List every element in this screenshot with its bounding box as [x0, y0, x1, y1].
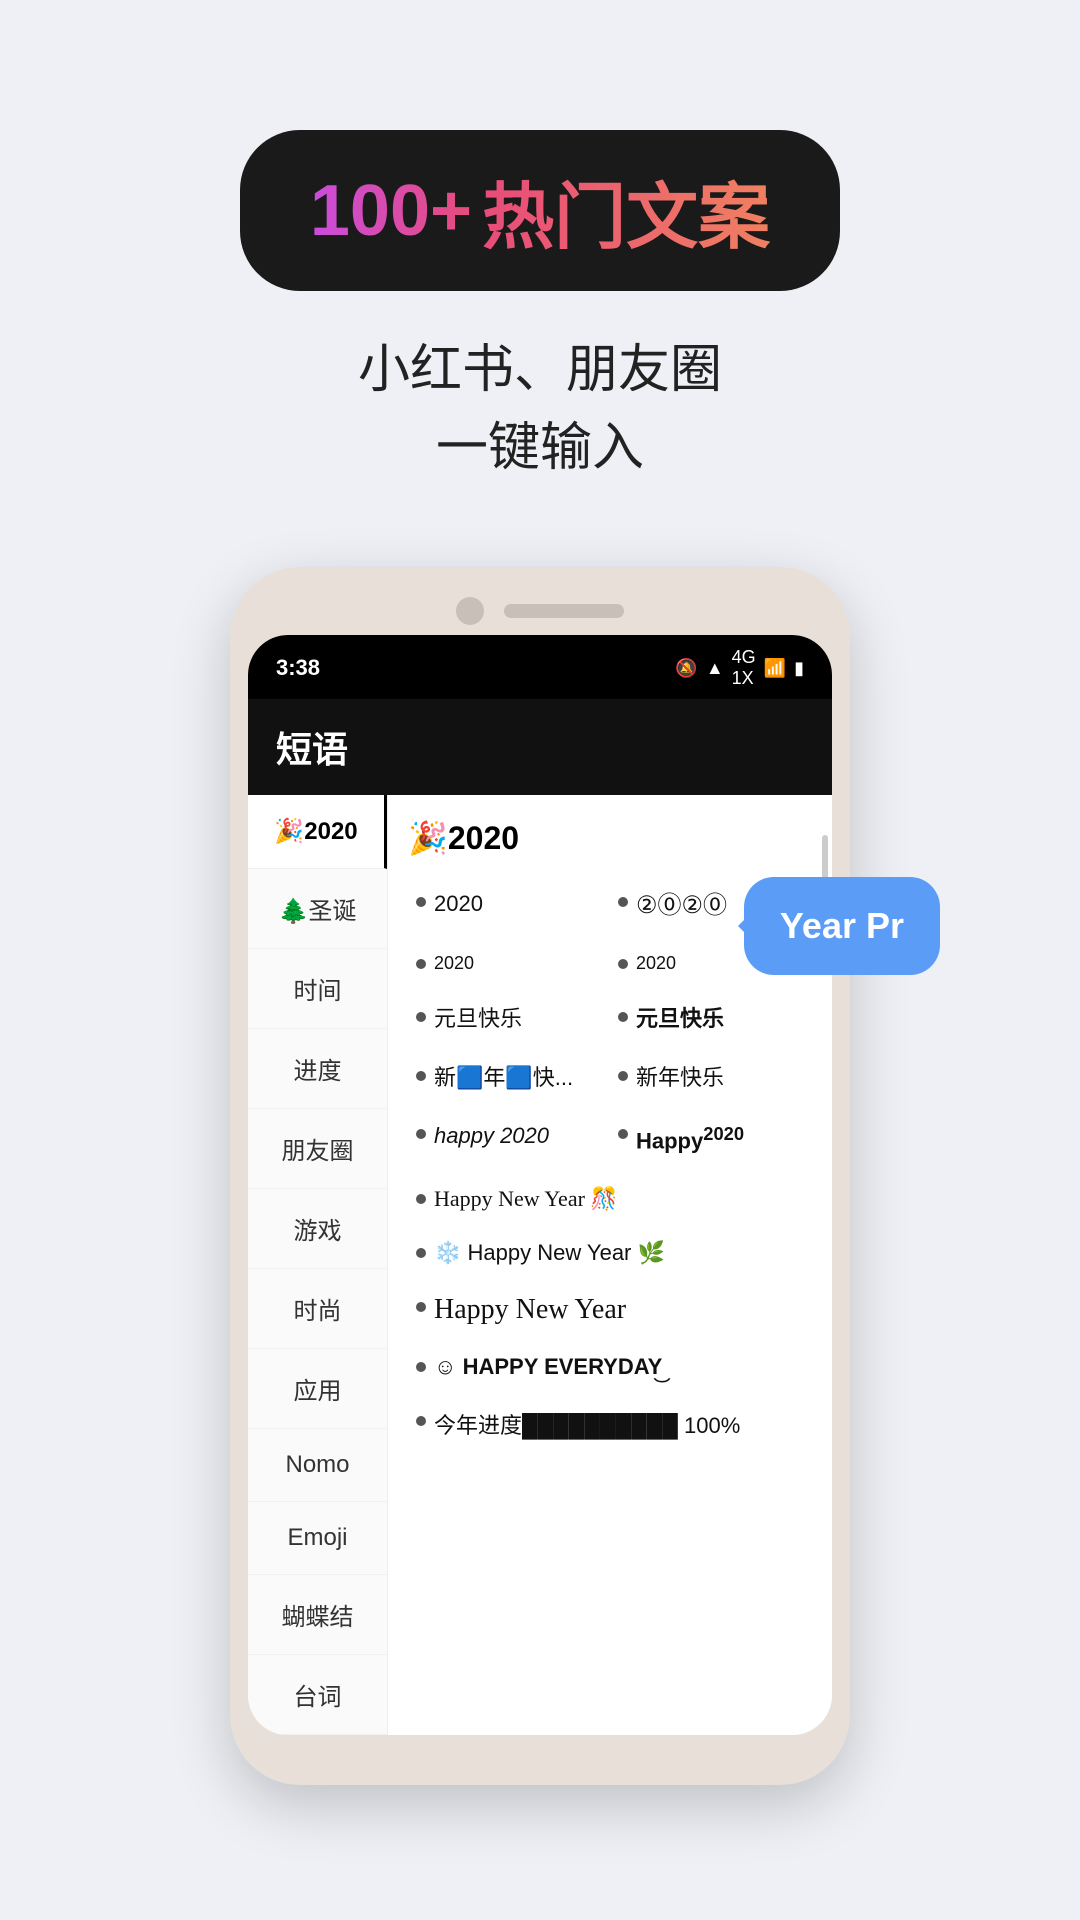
bullet-icon	[416, 1302, 426, 1312]
item-text: ❄️ Happy New Year 🌿	[434, 1240, 804, 1266]
bullet-icon	[416, 1129, 426, 1139]
list-item[interactable]: 2020	[408, 875, 610, 937]
list-item[interactable]: Happy New Year 🎊	[408, 1172, 812, 1226]
sidebar-item-xmas[interactable]: 🌲圣诞	[248, 869, 387, 949]
item-text: 元旦快乐	[636, 1004, 804, 1035]
item-text: 元旦快乐	[434, 1004, 602, 1035]
list-item[interactable]: Happy New Year	[408, 1280, 812, 1340]
wifi-icon: ▲	[706, 658, 724, 679]
item-text: 新🟦年🟦快...	[434, 1063, 602, 1094]
bullet-icon	[618, 897, 628, 907]
badge-text: 热门文案	[482, 158, 770, 263]
item-text: Happy New Year 🎊	[434, 1186, 804, 1212]
list-item[interactable]: 新🟦年🟦快...	[408, 1049, 610, 1108]
item-text: happy 2020	[434, 1121, 602, 1152]
sidebar-item-game[interactable]: 游戏	[248, 1189, 387, 1269]
list-item[interactable]: Happy2020	[610, 1107, 812, 1171]
battery-icon: ▮	[794, 658, 804, 679]
subtitle-line1: 小红书、朋友圈	[358, 331, 722, 409]
item-text: 2020	[434, 889, 602, 920]
sidebar-item-nomo[interactable]: Nomo	[248, 1429, 387, 1502]
subtitle: 小红书、朋友圈 一键输入	[358, 331, 722, 487]
bullet-icon	[416, 1416, 426, 1426]
sidebar-item-time[interactable]: 时间	[248, 949, 387, 1029]
status-bar: 3:38 🔕 ▲ 4G1X 📶 ▮	[248, 635, 832, 699]
sidebar-item-fashion[interactable]: 时尚	[248, 1269, 387, 1349]
sidebar-item-lines[interactable]: 台词	[248, 1655, 387, 1735]
phone-speaker	[504, 604, 624, 618]
camera-dot	[456, 597, 484, 625]
bullet-icon	[416, 897, 426, 907]
list-item[interactable]: 元旦快乐	[408, 990, 610, 1049]
bullet-icon	[416, 959, 426, 969]
promo-badge-container: 100+ 热门文案	[240, 130, 840, 291]
app-title: 短语	[276, 729, 348, 770]
list-item[interactable]: happy 2020	[408, 1107, 610, 1171]
item-text: Happy New Year	[434, 1294, 804, 1326]
badge-number: 100+	[310, 170, 472, 252]
bullet-icon	[416, 1012, 426, 1022]
list-item[interactable]: 元旦快乐	[610, 990, 812, 1049]
phone-top	[248, 597, 832, 625]
phone-shell: 3:38 🔕 ▲ 4G1X 📶 ▮ 短语 🎉2020 🌲圣诞	[230, 567, 850, 1785]
item-text: ☺ HAPPY EVERYDAY͜	[434, 1354, 804, 1380]
list-item[interactable]: 新年快乐	[610, 1049, 812, 1108]
sidebar-item-friends[interactable]: 朋友圈	[248, 1109, 387, 1189]
speech-bubble: Year Pr	[744, 877, 940, 975]
subtitle-line2: 一键输入	[358, 409, 722, 487]
bullet-icon	[416, 1248, 426, 1258]
sidebar-item-emoji[interactable]: Emoji	[248, 1502, 387, 1575]
sidebar-item-app[interactable]: 应用	[248, 1349, 387, 1429]
bullet-icon	[618, 1129, 628, 1139]
speech-bubble-text: Year Pr	[780, 905, 904, 946]
sidebar-item-2020[interactable]: 🎉2020	[248, 795, 387, 869]
item-text: 今年进度██████████ 100%	[434, 1408, 804, 1440]
bullet-icon	[416, 1071, 426, 1081]
app-header: 短语	[248, 699, 832, 795]
bullet-icon	[416, 1194, 426, 1204]
bullet-icon	[618, 1012, 628, 1022]
phone-mockup: 3:38 🔕 ▲ 4G1X 📶 ▮ 短语 🎉2020 🌲圣诞	[230, 567, 850, 1785]
item-text: 新年快乐	[636, 1063, 804, 1094]
sidebar-item-progress[interactable]: 进度	[248, 1029, 387, 1109]
promo-badge: 100+ 热门文案	[240, 130, 840, 291]
list-item[interactable]: ❄️ Happy New Year 🌿	[408, 1226, 812, 1280]
bullet-icon	[618, 959, 628, 969]
section-title: 🎉2020	[408, 819, 812, 857]
item-text: Happy2020	[636, 1121, 804, 1157]
phone-screen: 3:38 🔕 ▲ 4G1X 📶 ▮ 短语 🎉2020 🌲圣诞	[248, 635, 832, 1735]
status-icons: 🔕 ▲ 4G1X 📶 ▮	[675, 647, 804, 689]
mute-icon: 🔕	[675, 658, 697, 679]
list-item[interactable]: ☺ HAPPY EVERYDAY͜	[408, 1340, 812, 1394]
status-time: 3:38	[276, 655, 320, 681]
sidebar: 🎉2020 🌲圣诞 时间 进度 朋友圈 游戏 时尚 应用 Nomo Emoji …	[248, 795, 388, 1735]
network-label: 4G1X	[732, 647, 756, 689]
list-item[interactable]: 2020	[408, 937, 610, 990]
bullet-icon	[618, 1071, 628, 1081]
item-text: 2020	[434, 951, 602, 976]
sidebar-item-butterfly[interactable]: 蝴蝶结	[248, 1575, 387, 1655]
signal-icon: 📶	[764, 658, 786, 679]
list-item[interactable]: 今年进度██████████ 100%	[408, 1394, 812, 1454]
bullet-icon	[416, 1362, 426, 1372]
